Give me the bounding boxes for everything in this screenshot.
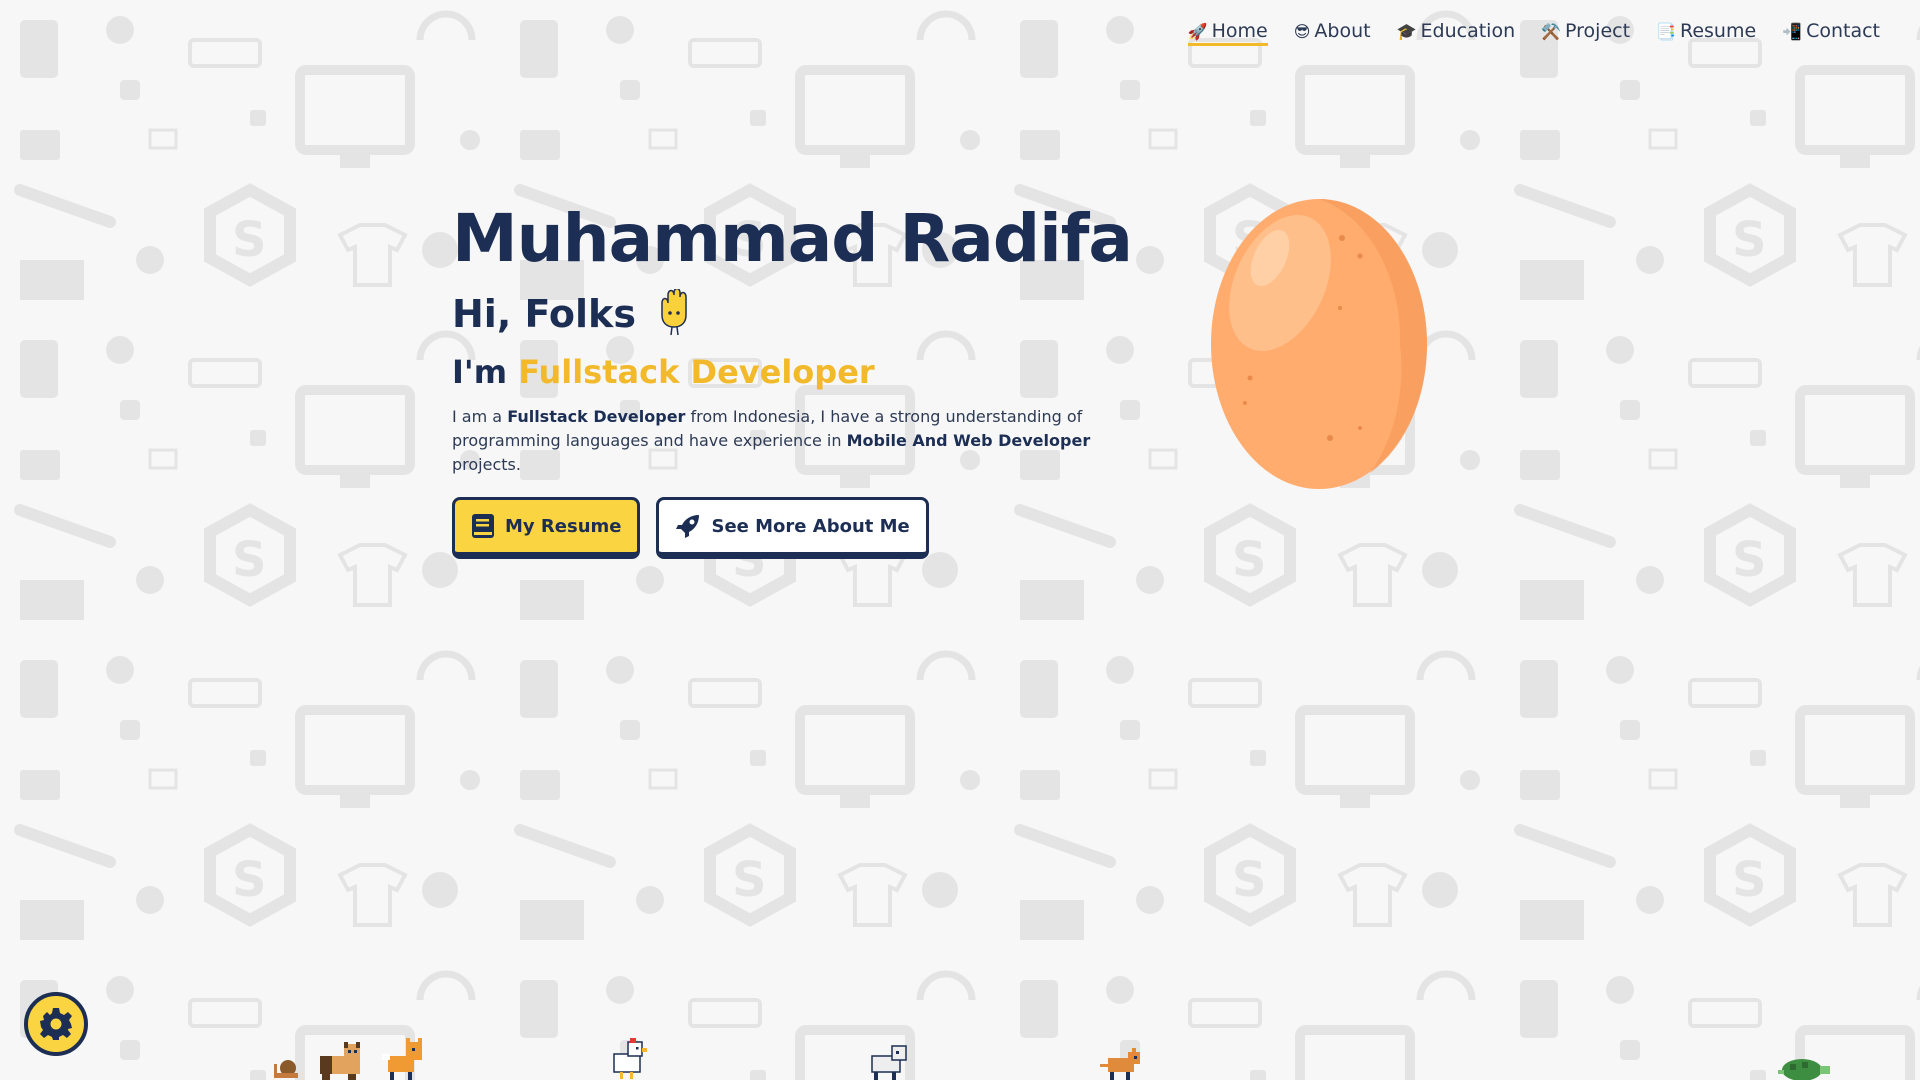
role-prefix: I'm bbox=[452, 353, 508, 391]
greeting-text: Hi, Folks bbox=[452, 292, 636, 336]
main-nav: 🚀 Home 😎 About 🎓 Education ⚒️ Project 📑 … bbox=[1187, 20, 1880, 46]
see-more-label: See More About Me bbox=[711, 515, 910, 537]
book-icon bbox=[472, 514, 494, 538]
snail-pet bbox=[274, 1060, 298, 1078]
nav-item-label: Home bbox=[1211, 20, 1268, 42]
my-resume-label: My Resume bbox=[505, 515, 622, 537]
hero-greeting: Hi, Folks bbox=[452, 289, 1172, 339]
rocket-icon bbox=[676, 515, 700, 538]
hero-description: I am a Fullstack Developer from Indonesi… bbox=[452, 405, 1142, 477]
gear-icon bbox=[40, 1008, 72, 1040]
rocket-icon: 🚀 bbox=[1187, 21, 1208, 41]
cat-pet bbox=[320, 1042, 360, 1080]
egg-illustration bbox=[1211, 199, 1428, 489]
nav-item-education[interactable]: 🎓 Education bbox=[1397, 20, 1516, 46]
hero-section: Muhammad Radifa Hi, Folks I'm Fullstack … bbox=[452, 200, 1172, 559]
nav-item-home[interactable]: 🚀 Home bbox=[1187, 20, 1268, 46]
dog-pet bbox=[871, 1045, 907, 1080]
hero-role: I'm Fullstack Developer bbox=[452, 353, 1172, 391]
graduation-cap-icon: 🎓 bbox=[1396, 21, 1417, 41]
chicken-pet bbox=[613, 1038, 647, 1079]
nav-item-label: About bbox=[1314, 20, 1371, 42]
desc-part-3: projects. bbox=[452, 455, 521, 474]
mobile-phone-icon: 📲 bbox=[1782, 21, 1803, 41]
bookmark-tabs-icon: 📑 bbox=[1656, 21, 1676, 41]
see-more-about-me-button[interactable]: See More About Me bbox=[656, 497, 929, 559]
rat-pet bbox=[1100, 1048, 1140, 1080]
settings-button[interactable] bbox=[24, 992, 88, 1056]
sunglasses-icon: 😎 bbox=[1293, 21, 1311, 41]
nav-item-label: Resume bbox=[1679, 20, 1757, 42]
nav-item-label: Contact bbox=[1806, 20, 1880, 42]
nav-item-label: Project bbox=[1565, 20, 1631, 42]
nav-item-label: Education bbox=[1420, 20, 1516, 42]
role-title: Fullstack Developer bbox=[518, 353, 875, 391]
desc-bold-1: Fullstack Developer bbox=[507, 407, 686, 426]
turtle-pet bbox=[1778, 1059, 1830, 1080]
nav-item-project[interactable]: ⚒️ Project bbox=[1541, 20, 1630, 46]
fox-pet bbox=[382, 1038, 422, 1080]
nav-item-resume[interactable]: 📑 Resume bbox=[1656, 20, 1756, 46]
desc-bold-2: Mobile And Web Developer bbox=[846, 431, 1091, 450]
my-resume-button[interactable]: My Resume bbox=[452, 497, 641, 559]
nav-item-about[interactable]: 😎 About bbox=[1294, 20, 1371, 46]
hero-buttons: My Resume See More About Me bbox=[452, 497, 1172, 559]
hammer-pick-icon: ⚒️ bbox=[1541, 21, 1562, 41]
hero-name: Muhammad Radifa bbox=[452, 200, 1133, 277]
desc-part-1: I am a bbox=[452, 407, 503, 426]
nav-item-contact[interactable]: 📲 Contact bbox=[1782, 20, 1880, 46]
hand-waving-icon bbox=[661, 289, 687, 336]
